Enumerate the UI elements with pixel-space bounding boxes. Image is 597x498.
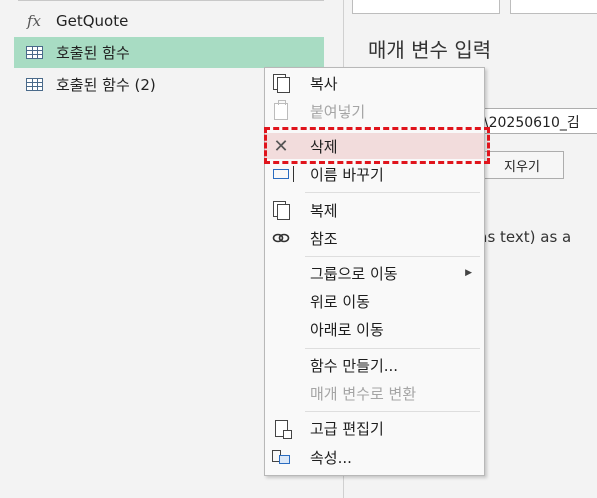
menu-separator xyxy=(305,411,480,412)
menu-item-label: 복사 xyxy=(310,74,338,93)
advanced-editor-icon xyxy=(271,418,292,439)
menu-separator xyxy=(305,192,480,193)
query-item-invoked-function[interactable]: 호출된 함수 xyxy=(14,37,324,68)
menu-item-create-function[interactable]: 함수 만들기... xyxy=(265,352,484,378)
query-item-label: 호출된 함수 xyxy=(56,44,130,62)
link-icon xyxy=(271,228,291,248)
menu-item-copy[interactable]: 복사 xyxy=(265,70,484,96)
pane-top-border xyxy=(18,0,324,1)
menu-item-label: 붙여넣기 xyxy=(310,102,366,121)
menu-item-label: 그룹으로 이동 xyxy=(310,264,398,283)
submenu-arrow-icon: ▶ xyxy=(465,268,472,278)
delete-highlight-box xyxy=(264,127,490,164)
menu-item-duplicate[interactable]: 복제 xyxy=(265,197,484,223)
duplicate-icon xyxy=(271,200,291,220)
rename-icon xyxy=(271,164,294,184)
menu-item-rename[interactable]: 이름 바꾸기 xyxy=(265,161,484,187)
menu-separator xyxy=(305,256,480,257)
menu-item-label: 복제 xyxy=(310,201,338,220)
query-item-label: GetQuote xyxy=(56,11,129,30)
menu-item-convert-to-parameter[interactable]: 매개 변수로 변환 xyxy=(265,380,484,406)
clear-button[interactable]: 지우기 xyxy=(480,151,564,179)
menu-item-label: 함수 만들기... xyxy=(310,356,399,375)
menu-item-label: 이름 바꾸기 xyxy=(310,165,384,184)
menu-item-label: 위로 이동 xyxy=(310,292,370,311)
menu-item-label: 아래로 이동 xyxy=(310,320,384,339)
menu-item-label: 참조 xyxy=(310,229,338,248)
menu-item-properties[interactable]: 속성... xyxy=(265,444,484,470)
menu-item-advanced-editor[interactable]: 고급 편집기 xyxy=(265,415,484,441)
toolbar-button[interactable] xyxy=(510,0,597,14)
menu-item-label: 속성... xyxy=(310,448,352,467)
copy-icon xyxy=(271,73,291,93)
menu-item-move-down[interactable]: 아래로 이동 xyxy=(265,316,484,342)
menu-item-label: 고급 편집기 xyxy=(310,419,384,438)
parameters-title: 매개 변수 입력 xyxy=(368,38,492,62)
paste-icon xyxy=(271,99,291,121)
query-item-label: 호출된 함수 (2) xyxy=(56,76,156,94)
menu-separator xyxy=(305,348,480,349)
properties-icon xyxy=(271,447,291,467)
table-icon xyxy=(24,78,44,91)
toolbar-button[interactable] xyxy=(352,0,500,14)
menu-item-paste[interactable]: 붙여넣기 xyxy=(265,98,484,124)
query-item-getquote[interactable]: fx GetQuote xyxy=(14,5,324,36)
menu-item-label: 매개 변수로 변환 xyxy=(310,384,417,403)
fx-function-icon: fx xyxy=(26,11,41,30)
menu-item-move-up[interactable]: 위로 이동 xyxy=(265,288,484,314)
menu-item-reference[interactable]: 참조 xyxy=(265,225,484,251)
menu-item-move-to-group[interactable]: 그룹으로 이동 ▶ xyxy=(265,260,484,286)
table-icon xyxy=(24,46,44,59)
